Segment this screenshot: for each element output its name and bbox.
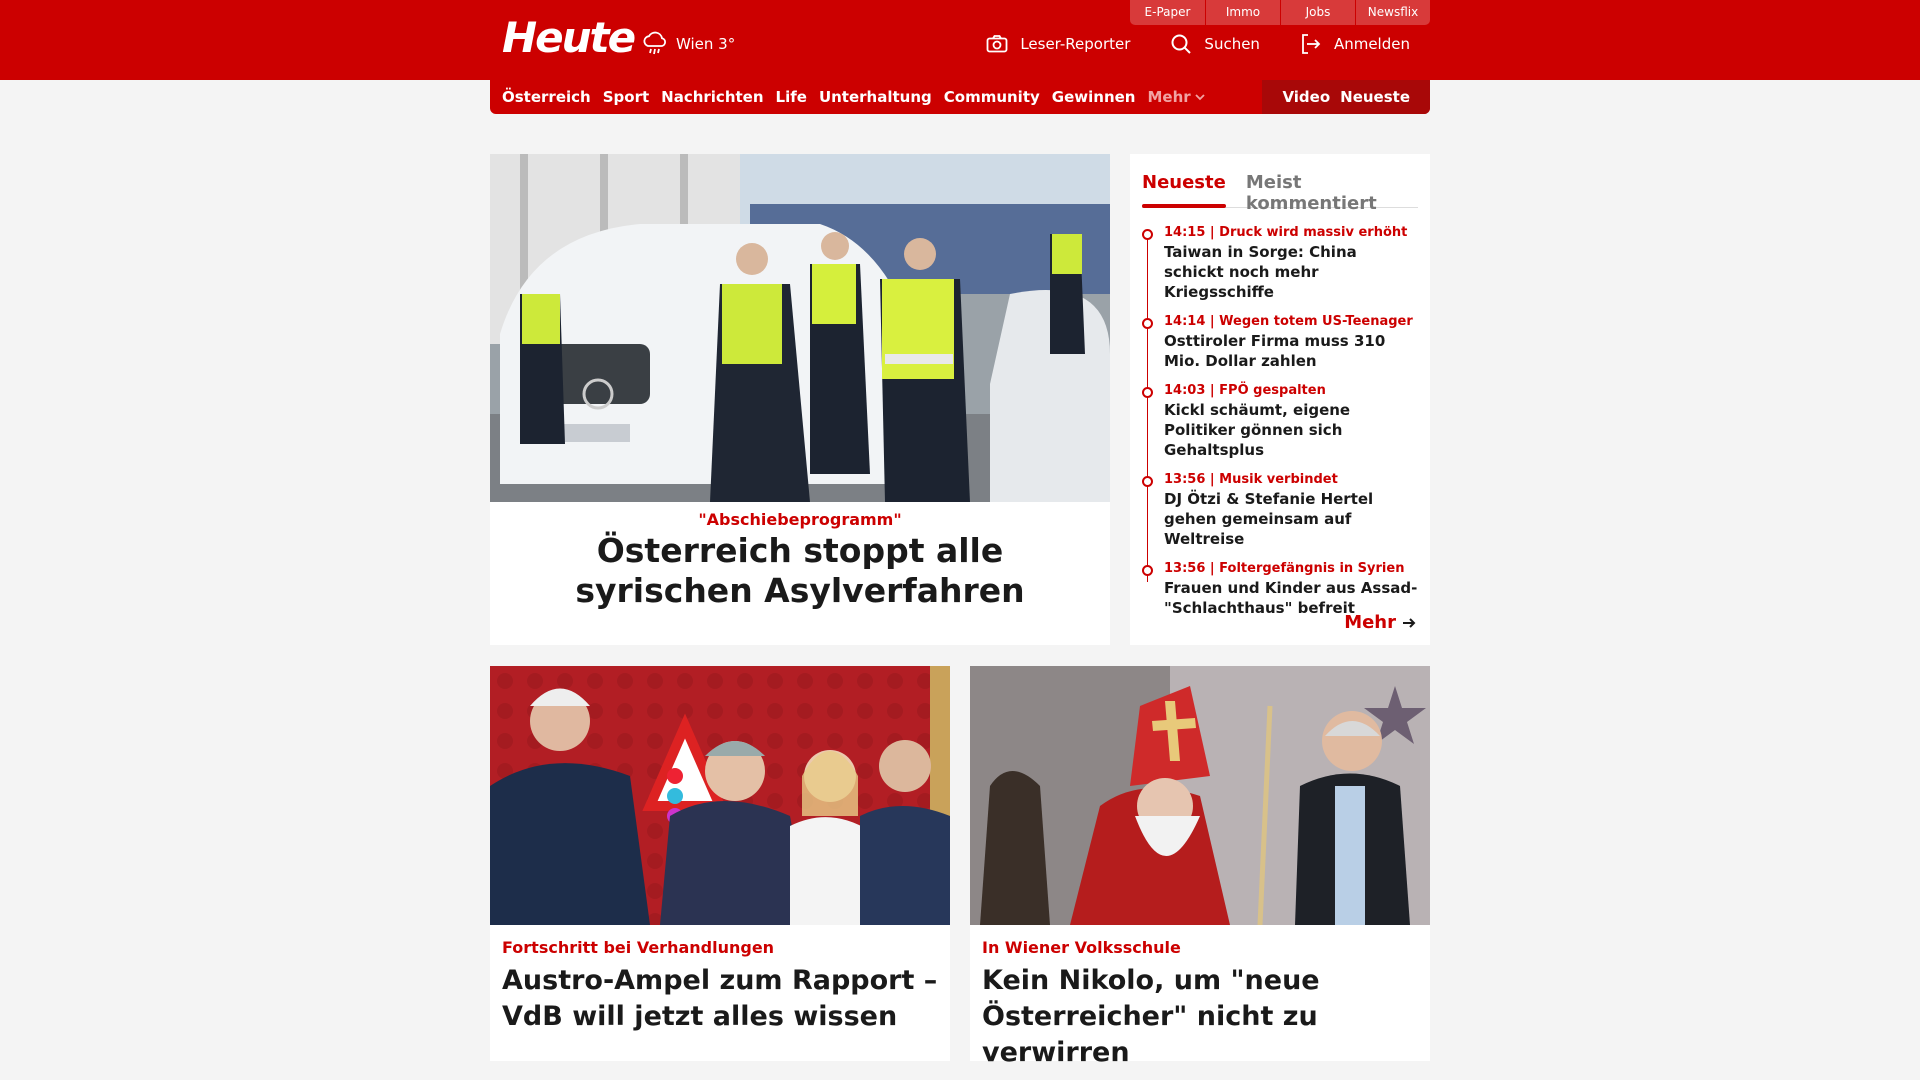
header-actions: Leser-Reporter Suchen Anmelden [986,33,1410,55]
news-item[interactable]: 13:56 | Foltergefängnis in Syrien Frauen… [1142,560,1418,618]
utility-link-immo[interactable]: Immo [1205,0,1280,25]
nav-item-video[interactable]: Video [1282,88,1330,106]
timeline-dot [1142,229,1153,240]
hero-photo-illustration [490,154,1110,502]
utility-link-newsflix[interactable]: Newsflix [1355,0,1430,25]
nav-more-dropdown[interactable]: Mehr [1147,88,1205,106]
login-button[interactable]: Anmelden [1300,33,1410,55]
nikolo-photo-illustration [970,666,1430,925]
news-list: 14:15 | Druck wird massiv erhöht Taiwan … [1142,224,1418,618]
search-icon [1171,34,1192,54]
rain-cloud-icon [643,31,666,55]
header-inner: E-Paper Immo Jobs Newsflix Heute Wien 3°… [490,0,1430,80]
login-label: Anmelden [1333,35,1410,53]
hero-kicker: "Abschiebeprogramm" [698,510,902,529]
hero-article[interactable]: "Abschiebeprogramm" Österreich stoppt al… [490,154,1110,645]
news-item-meta: 14:14 | Wegen totem US-Teenager [1164,314,1413,329]
hero-text: "Abschiebeprogramm" Österreich stoppt al… [490,502,1110,613]
timeline-dot [1142,387,1153,398]
timeline-dot [1142,476,1153,487]
card-title[interactable]: Austro-Ampel zum Rapport – VdB will jetz… [502,963,938,1035]
site-logo[interactable]: Heute [502,14,636,62]
news-item-meta: 14:15 | Druck wird massiv erhöht [1164,225,1408,240]
news-item[interactable]: 14:03 | FPÖ gespalten Kickl schäumt, eig… [1142,382,1418,460]
weather-text: Wien 3° [676,35,736,53]
nav-more-label: Mehr [1147,88,1191,106]
weather-widget[interactable]: Wien 3° [642,31,735,57]
news-item-title: DJ Ötzi & Stefanie Hertel gehen gemeinsa… [1164,490,1374,548]
sidebar-tabs: Neueste Meist kommentiert [1142,164,1418,214]
nav-right: Video Neueste [1262,80,1430,114]
login-icon [1302,34,1321,54]
card-kicker: In Wiener Volksschule [982,938,1181,957]
timeline-dot [1142,318,1153,329]
card-text: In Wiener Volksschule Kein Nikolo, um "n… [970,925,1430,1071]
leser-reporter-label: Leser-Reporter [1020,35,1131,53]
camera-icon [986,35,1008,53]
sidebar-more-label: Mehr [1344,612,1396,633]
sidebar-more-link[interactable]: Mehr [1344,612,1416,633]
card-text: Fortschritt bei Verhandlungen Austro-Amp… [490,925,950,1035]
nav-item-life[interactable]: Life [776,88,807,106]
search-label: Suchen [1204,35,1260,53]
nav-item-community[interactable]: Community [944,88,1040,106]
arrow-right-icon [1403,617,1416,628]
nav-item-unterhaltung[interactable]: Unterhaltung [819,88,932,106]
nav-item-gewinnen[interactable]: Gewinnen [1052,88,1136,106]
article-card-politics[interactable]: Fortschritt bei Verhandlungen Austro-Amp… [490,666,950,1061]
utility-link-epaper[interactable]: E-Paper [1130,0,1205,25]
nav-items: Österreich Sport Nachrichten Life Unterh… [490,88,1217,106]
top-header: E-Paper Immo Jobs Newsflix Heute Wien 3°… [0,0,1920,80]
nav-item-nachrichten[interactable]: Nachrichten [661,88,763,106]
tab-meist-kommentiert[interactable]: Meist kommentiert [1246,164,1398,214]
nav-item-sport[interactable]: Sport [603,88,649,106]
article-image [490,666,950,925]
main-nav: Österreich Sport Nachrichten Life Unterh… [490,80,1430,114]
nav-item-neueste[interactable]: Neueste [1340,88,1410,106]
nav-item-oesterreich[interactable]: Österreich [502,88,591,106]
chevron-down-icon [1195,94,1205,101]
search-button[interactable]: Suchen [1170,33,1260,55]
article-card-nikolo[interactable]: In Wiener Volksschule Kein Nikolo, um "n… [970,666,1430,1068]
utility-links: E-Paper Immo Jobs Newsflix [1130,0,1430,25]
article-image [970,666,1430,925]
news-item-meta: 13:56 | Musik verbindet [1164,472,1338,487]
hero-headline[interactable]: Österreich stoppt alle syrischen Asylver… [490,529,1110,613]
timeline-dot [1142,565,1153,576]
latest-news-sidebar: Neueste Meist kommentiert 14:15 | Druck … [1130,154,1430,645]
tab-neueste[interactable]: Neueste [1142,164,1226,208]
news-item[interactable]: 14:15 | Druck wird massiv erhöht Taiwan … [1142,224,1418,302]
hero-image [490,154,1110,502]
card-kicker: Fortschritt bei Verhandlungen [502,938,775,957]
news-item-title: Taiwan in Sorge: China schickt noch mehr… [1164,243,1357,301]
news-item[interactable]: 14:14 | Wegen totem US-Teenager Osttirol… [1142,313,1418,371]
card-title[interactable]: Kein Nikolo, um "neue Österreicher" nich… [982,963,1418,1071]
leser-reporter-button[interactable]: Leser-Reporter [986,33,1130,55]
utility-link-jobs[interactable]: Jobs [1280,0,1355,25]
news-item-title: Kickl schäumt, eigene Politiker gönnen s… [1164,401,1351,459]
news-item-title: Osttiroler Firma muss 310 Mio. Dollar za… [1164,332,1386,370]
politics-photo-illustration [490,666,950,925]
news-item[interactable]: 13:56 | Musik verbindet DJ Ötzi & Stefan… [1142,471,1418,549]
news-item-meta: 13:56 | Foltergefängnis in Syrien [1164,561,1405,576]
news-item-meta: 14:03 | FPÖ gespalten [1164,383,1326,398]
